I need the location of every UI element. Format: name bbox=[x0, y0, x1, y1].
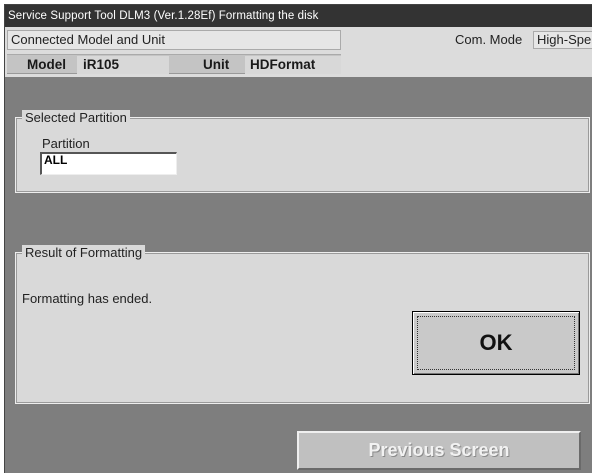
selected-partition-title: Selected Partition bbox=[22, 110, 130, 125]
unit-label: Unit bbox=[203, 57, 230, 72]
ok-button[interactable]: OK bbox=[412, 311, 580, 375]
result-of-formatting-group: Result of Formatting Formatting has ende… bbox=[15, 245, 590, 404]
connection-info-bar: Connected Model and Unit Model iR105 Uni… bbox=[5, 27, 592, 77]
partition-label: Partition bbox=[42, 136, 90, 151]
model-label: Model bbox=[27, 57, 66, 72]
window-title: Service Support Tool DLM3 (Ver.1.28Ef) F… bbox=[5, 5, 592, 27]
result-of-formatting-title: Result of Formatting bbox=[22, 245, 146, 260]
partition-field[interactable]: ALL bbox=[40, 152, 177, 175]
ok-focus-rect bbox=[417, 316, 575, 370]
com-mode-label: Com. Mode bbox=[455, 32, 523, 47]
result-message: Formatting has ended. bbox=[22, 291, 153, 306]
com-mode-value: High-Spe bbox=[533, 31, 592, 49]
connected-model-unit-label: Connected Model and Unit bbox=[7, 30, 341, 50]
app-window: Service Support Tool DLM3 (Ver.1.28Ef) F… bbox=[4, 4, 592, 473]
selected-partition-group: Selected Partition Partition ALL bbox=[15, 110, 590, 193]
unit-value: HDFormat bbox=[245, 56, 341, 74]
previous-screen-button[interactable]: Previous Screen bbox=[297, 431, 581, 470]
model-value: iR105 bbox=[77, 56, 169, 74]
model-unit-row: Model iR105 Unit HDFormat bbox=[7, 54, 341, 74]
